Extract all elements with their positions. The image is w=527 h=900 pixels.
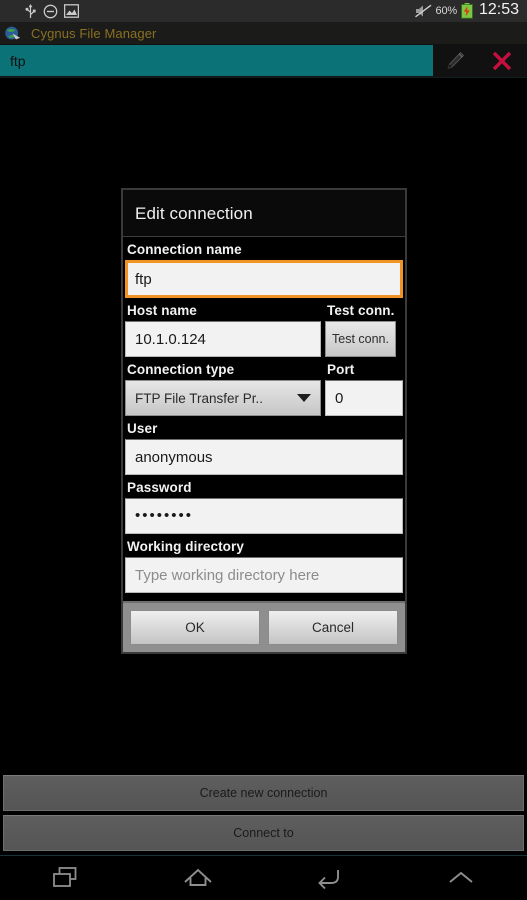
battery-percent-label: 60% [435, 5, 458, 17]
android-screen: 60% 12:53 Cygnus File Manager ftp Edit c… [0, 0, 527, 900]
cygnus-globe-icon [5, 26, 21, 40]
type-and-port-row: Connection type FTP File Transfer Pr.. P… [123, 357, 405, 416]
port-input[interactable] [325, 380, 403, 416]
close-x-icon [492, 51, 512, 70]
user-label: User [127, 421, 158, 436]
edit-path-button[interactable] [433, 44, 477, 77]
connection-name-input[interactable] [125, 260, 403, 298]
create-new-connection-button[interactable]: Create new connection [3, 775, 524, 811]
test-conn-label: Test conn. [327, 303, 395, 318]
test-connection-button[interactable]: Test conn. [325, 321, 396, 357]
host-name-label: Host name [127, 303, 197, 318]
connection-name-field-row: Connection name [123, 237, 405, 298]
password-label: Password [127, 480, 192, 495]
dialog-button-bar: OK Cancel [123, 601, 405, 652]
ok-button[interactable]: OK [130, 610, 260, 645]
back-icon [318, 870, 340, 890]
clock-label: 12:53 [478, 1, 519, 18]
connect-to-button[interactable]: Connect to [3, 815, 524, 851]
cancel-button[interactable]: Cancel [268, 610, 398, 645]
app-title-bar: Cygnus File Manager [0, 22, 527, 44]
port-label: Port [327, 362, 355, 377]
password-field-row: Password •••••••• [123, 475, 405, 534]
recents-icon [52, 867, 77, 887]
back-button[interactable] [264, 856, 396, 900]
connection-type-spinner[interactable]: FTP File Transfer Pr.. [125, 380, 321, 416]
dialog-body: Connection name Host name Test conn. Tes… [123, 237, 405, 601]
password-input[interactable]: •••••••• [125, 498, 403, 534]
user-field-row: User [123, 416, 405, 475]
chevron-up-icon [449, 871, 473, 883]
dialog-title: Edit connection [123, 190, 405, 237]
host-name-input[interactable] [125, 321, 321, 357]
host-and-test-row: Host name Test conn. Test conn. [123, 298, 405, 357]
pencil-edit-icon [447, 51, 465, 69]
battery-charging-icon [461, 3, 473, 19]
working-directory-label: Working directory [127, 539, 244, 554]
home-icon [183, 868, 212, 886]
status-bar: 60% 12:53 [0, 0, 527, 22]
user-input[interactable] [125, 439, 403, 475]
do-not-disturb-icon [43, 4, 58, 18]
volume-muted-icon [414, 4, 431, 18]
status-bar-left-icons [8, 3, 79, 19]
path-input[interactable] [0, 45, 433, 76]
chevron-down-icon [297, 394, 311, 402]
status-bar-right-icons: 60% 12:53 [414, 1, 519, 20]
usb-icon [25, 3, 36, 18]
connection-type-label: Connection type [127, 362, 235, 377]
edit-connection-dialog: Edit connection Connection name Host nam… [121, 188, 407, 654]
connection-type-selected-value: FTP File Transfer Pr.. [135, 390, 264, 406]
app-title-label: Cygnus File Manager [31, 25, 157, 41]
screenshot-image-icon [64, 4, 79, 18]
chevron-up-button[interactable] [395, 856, 527, 900]
android-navigation-bar [0, 855, 527, 900]
close-path-button[interactable] [477, 44, 527, 77]
working-directory-field-row: Working directory [123, 534, 405, 601]
bottom-action-buttons: Create new connection Connect to [0, 775, 527, 855]
home-button[interactable] [132, 856, 264, 900]
recents-button[interactable] [0, 856, 132, 900]
path-bar [0, 44, 527, 77]
connection-name-label: Connection name [127, 242, 242, 257]
working-directory-input[interactable] [125, 557, 403, 593]
